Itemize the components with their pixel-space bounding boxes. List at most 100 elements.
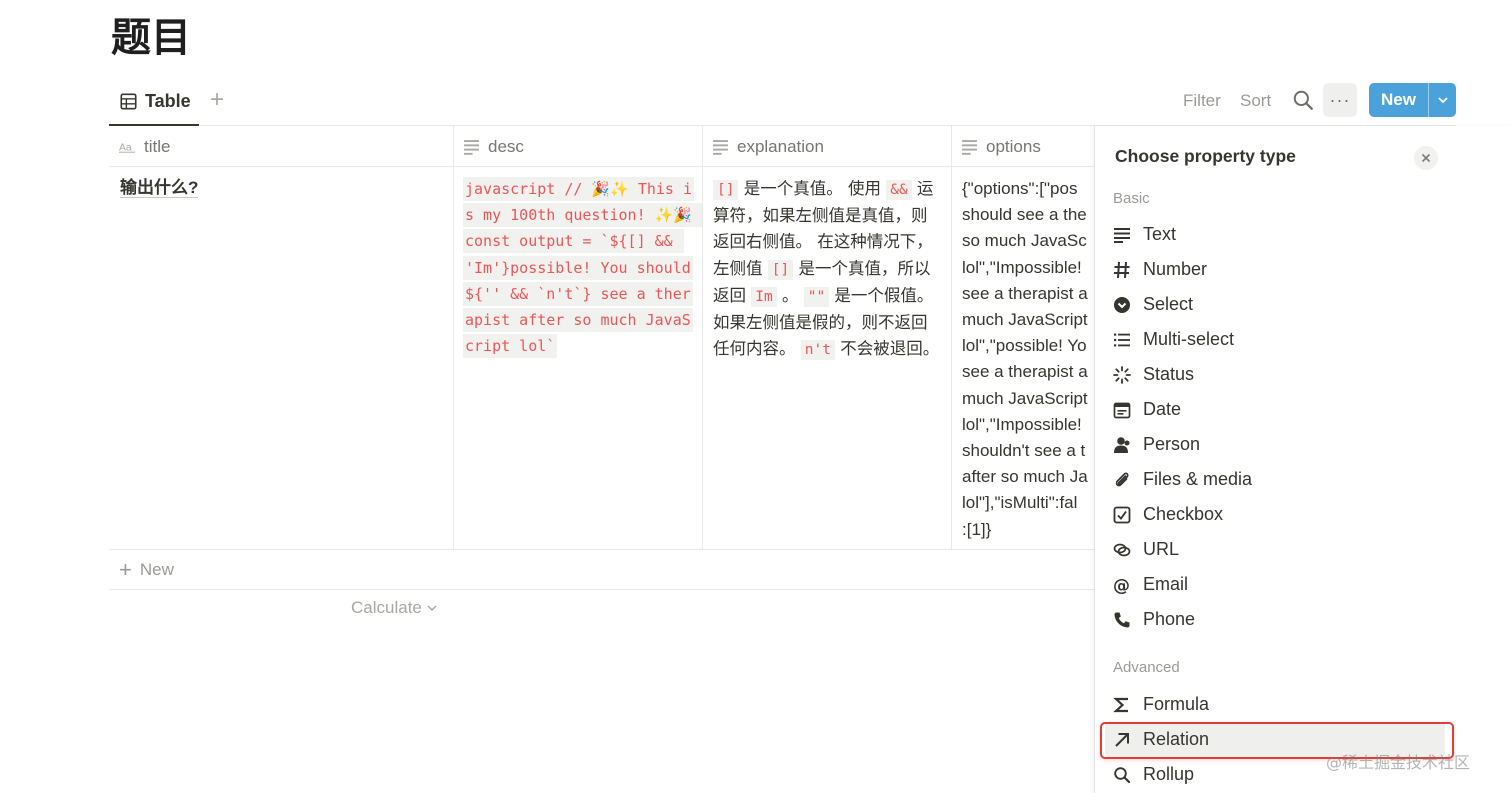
inline-code: [] <box>713 180 739 200</box>
link-icon <box>1113 543 1131 556</box>
options-text-line: lol"],"isMulti":fal <box>962 493 1078 513</box>
section-basic-label: Basic <box>1113 190 1150 207</box>
property-type-label: Relation <box>1143 729 1210 749</box>
property-type-label: Email <box>1143 574 1189 594</box>
explanation-text: 。 <box>776 285 804 305</box>
sort-button[interactable]: Sort <box>1240 88 1271 114</box>
property-type-label: Text <box>1143 224 1177 244</box>
options-text-line: see a therapist a <box>962 283 1088 303</box>
explanation-text: 是一个真值。 使用 <box>738 179 887 198</box>
inline-code: "" <box>803 286 830 307</box>
options-text-line: after so much Ja <box>962 467 1088 487</box>
property-type-label: Date <box>1143 399 1182 419</box>
svg-text:Aa: Aa <box>119 142 132 153</box>
hash-icon <box>1114 261 1130 278</box>
options-text-line: should see a the <box>962 205 1087 225</box>
property-type-email[interactable]: @ Email <box>1105 567 1445 602</box>
property-type-label: Status <box>1143 364 1195 384</box>
inline-code: n't <box>800 340 835 361</box>
property-type-label: Rollup <box>1143 764 1195 784</box>
explanation-text: 不会被退回。 <box>834 339 940 359</box>
more-options-button[interactable]: ··· <box>1323 83 1357 117</box>
chevron-down-icon <box>427 605 437 612</box>
row-title-text: 输出什么? <box>120 178 199 198</box>
filter-button[interactable]: Filter <box>1183 88 1221 114</box>
options-text-line: lol","possible! Yo <box>962 336 1087 356</box>
property-type-text[interactable]: Text <box>1105 217 1445 252</box>
arrow-up-right-icon <box>1115 732 1129 747</box>
property-type-formula[interactable]: Formula <box>1105 687 1445 722</box>
property-type-phone[interactable]: Phone <box>1105 602 1445 637</box>
column-header-options[interactable]: options <box>951 126 1094 167</box>
inline-code: Im <box>751 286 777 307</box>
new-dropdown-button[interactable] <box>1428 83 1456 117</box>
person-icon <box>1114 436 1130 453</box>
column-header-label: title <box>144 136 171 156</box>
column-header-desc[interactable]: desc <box>453 126 702 167</box>
text-lines-icon <box>1114 227 1130 243</box>
watermark: @稀土掘金技术社区 <box>1326 753 1471 772</box>
column-header-explanation[interactable]: explanation <box>702 126 951 167</box>
add-view-plus-icon[interactable]: + <box>205 88 229 112</box>
cell-title[interactable]: 输出什么? <box>109 167 453 550</box>
cell-options[interactable]: {"options":["pos should see a the so much … <box>951 167 1094 550</box>
page: 题目 Table + Filter Sort ··· New Aa title … <box>0 0 1512 793</box>
magnifier-icon <box>1114 766 1131 783</box>
paperclip-icon <box>1115 472 1129 486</box>
options-text-line: much JavaScript <box>962 310 1088 330</box>
tab-table-label: Table <box>145 90 191 111</box>
at-sign-icon: @ <box>1113 576 1130 594</box>
property-type-status[interactable]: Status <box>1105 357 1445 392</box>
property-type-files-media[interactable]: Files & media <box>1105 462 1445 497</box>
property-type-person[interactable]: Person <box>1105 427 1445 462</box>
table-icon <box>120 92 137 110</box>
text-aa-icon: Aa <box>119 142 136 153</box>
property-type-label: Number <box>1143 259 1208 279</box>
property-type-date[interactable]: Date <box>1105 392 1445 427</box>
calculate-label: Calculate <box>351 598 422 617</box>
more-icon: ··· <box>1329 89 1351 110</box>
calculate-button[interactable]: Calculate <box>351 598 438 618</box>
options-text-line: much JavaScript <box>962 388 1088 408</box>
plus-icon: + <box>119 556 132 582</box>
options-text-line: so much JavaSc <box>962 231 1087 251</box>
options-text-line: lol","Impossible! <box>962 257 1082 277</box>
property-type-label: Files & media <box>1143 469 1253 489</box>
property-type-checkbox[interactable]: Checkbox <box>1105 497 1445 532</box>
column-header-title[interactable]: Aa title <box>109 126 453 167</box>
table-row[interactable]: 输出什么? javascript // 🎉✨ This is my 100th … <box>109 167 1094 550</box>
property-type-multi-select[interactable]: Multi-select <box>1105 322 1445 357</box>
checkbox-icon <box>1113 506 1131 523</box>
property-type-label: Person <box>1143 434 1201 454</box>
close-panel-button[interactable] <box>1414 146 1438 170</box>
options-text-line: see a therapist a <box>962 362 1088 382</box>
property-type-url[interactable]: URL <box>1105 532 1445 567</box>
database-table: Aa title desc explanation options 输出什么? … <box>109 126 1094 617</box>
property-type-label: Phone <box>1143 609 1196 629</box>
inline-code: && <box>886 180 912 200</box>
table-header: Aa title desc explanation options <box>109 126 1094 167</box>
panel-title: Choose property type <box>1115 146 1296 166</box>
cell-desc[interactable]: javascript // 🎉✨ This is my 100th questi… <box>453 167 702 550</box>
options-text-line: shouldn't see a t <box>962 441 1086 461</box>
property-type-panel: Choose property type Basic Text Number S… <box>1094 126 1512 793</box>
chevron-down-icon <box>1437 97 1448 104</box>
add-row-button[interactable]: + New <box>109 550 1094 590</box>
tab-table-view[interactable]: Table <box>109 78 199 126</box>
new-button[interactable]: New <box>1369 83 1428 117</box>
property-type-label: Checkbox <box>1143 504 1224 524</box>
options-text-line: lol","Impossible! <box>962 414 1082 434</box>
property-type-select[interactable]: Select <box>1105 287 1445 322</box>
column-header-label: options <box>986 136 1041 156</box>
property-type-number[interactable]: Number <box>1105 252 1445 287</box>
page-title: 题目 <box>111 15 191 61</box>
column-header-label: desc <box>488 136 524 156</box>
phone-icon <box>1114 612 1130 627</box>
close-icon <box>1421 153 1431 163</box>
search-icon[interactable] <box>1292 89 1314 111</box>
property-type-label: Formula <box>1143 694 1210 714</box>
cell-explanation[interactable]: [] 是一个真值。 使用 && 运算符，如果左侧值是真值，则返回右侧值。 在这种… <box>702 167 951 550</box>
list-icon <box>1114 333 1130 346</box>
text-lines-icon <box>962 140 977 155</box>
text-lines-icon <box>464 140 479 155</box>
